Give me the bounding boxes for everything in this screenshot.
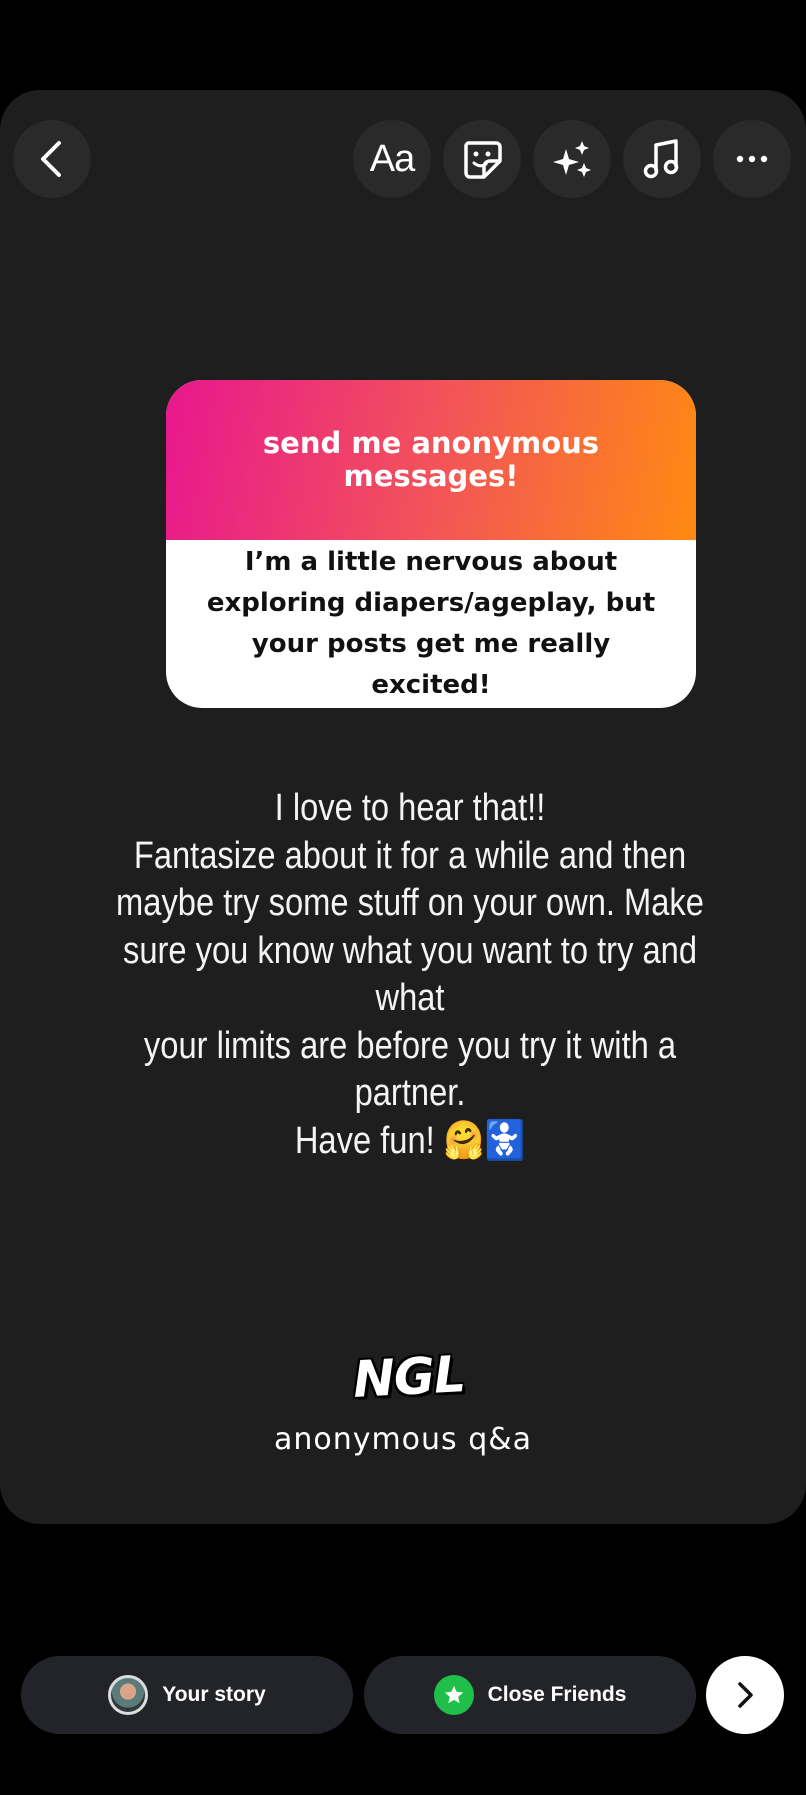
text-tool-label: Aa — [369, 137, 415, 180]
text-tool-button[interactable]: Aa — [353, 120, 431, 198]
your-story-label: Your story — [162, 1683, 266, 1706]
ngl-logo: NGL — [350, 1344, 468, 1411]
sparkles-icon — [553, 141, 591, 177]
chevron-left-icon — [41, 141, 61, 177]
music-note-icon — [643, 139, 679, 179]
close-friends-star-icon — [433, 1675, 474, 1715]
close-friends-button[interactable]: Close Friends — [364, 1656, 696, 1734]
ngl-caption: anonymous q&a — [273, 1422, 533, 1457]
more-horizontal-icon — [736, 155, 768, 163]
reply-text[interactable]: I love to hear that!! Fantasize about it… — [109, 785, 711, 1165]
close-friends-label: Close Friends — [487, 1683, 627, 1706]
avatar — [108, 1675, 149, 1715]
your-story-button[interactable]: Your story — [21, 1656, 353, 1734]
more-button[interactable] — [713, 120, 791, 198]
sticker-button[interactable] — [443, 120, 521, 198]
effects-button[interactable] — [533, 120, 611, 198]
music-button[interactable] — [623, 120, 701, 198]
back-button[interactable] — [13, 120, 91, 198]
next-button[interactable] — [706, 1656, 784, 1734]
question-card-header: send me anonymous messages! — [166, 380, 696, 540]
question-card-question: I’m a little nervous about exploring dia… — [206, 547, 656, 700]
sticker-icon — [464, 141, 502, 179]
chevron-right-icon — [738, 1682, 753, 1708]
question-card[interactable]: send me anonymous messages! I’m a little… — [166, 380, 696, 708]
